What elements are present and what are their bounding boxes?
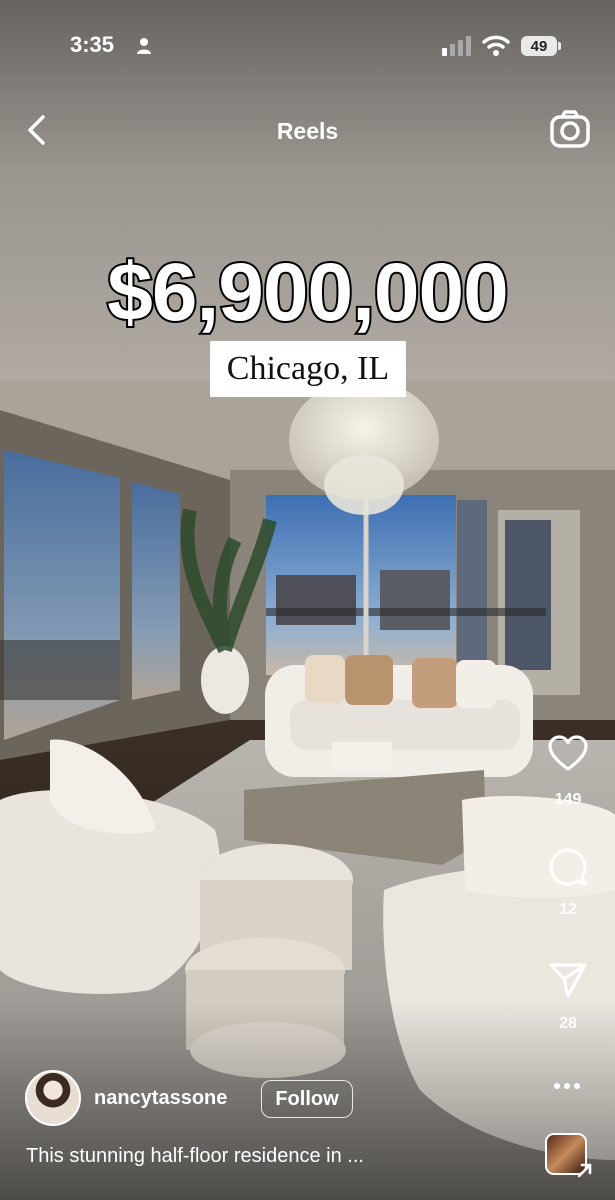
- comment-icon[interactable]: [548, 847, 588, 887]
- share-icon[interactable]: [548, 960, 588, 1000]
- camera-icon[interactable]: [549, 110, 591, 150]
- price-overlay: $6,900,000: [105, 245, 510, 340]
- person-icon: [137, 38, 151, 54]
- comments-count: 12: [559, 901, 577, 918]
- heart-icon[interactable]: [548, 734, 588, 774]
- wifi-icon: [482, 35, 510, 56]
- avatar[interactable]: [25, 1070, 81, 1126]
- battery-indicator: 49: [521, 36, 557, 56]
- page-title: Reels: [276, 118, 339, 144]
- location-label: Chicago, IL: [210, 341, 406, 397]
- username[interactable]: nancytassone: [94, 1087, 227, 1110]
- shares-count: 28: [559, 1015, 577, 1032]
- signal-icon: [442, 36, 471, 56]
- more-icon[interactable]: [552, 1080, 582, 1092]
- arrow-up-right-icon: [577, 1163, 592, 1178]
- follow-button[interactable]: Follow: [261, 1080, 353, 1118]
- status-time: 3:35: [70, 32, 115, 57]
- likes-count: 149: [554, 791, 582, 808]
- caption[interactable]: This stunning half-floor residence in ..…: [26, 1145, 364, 1168]
